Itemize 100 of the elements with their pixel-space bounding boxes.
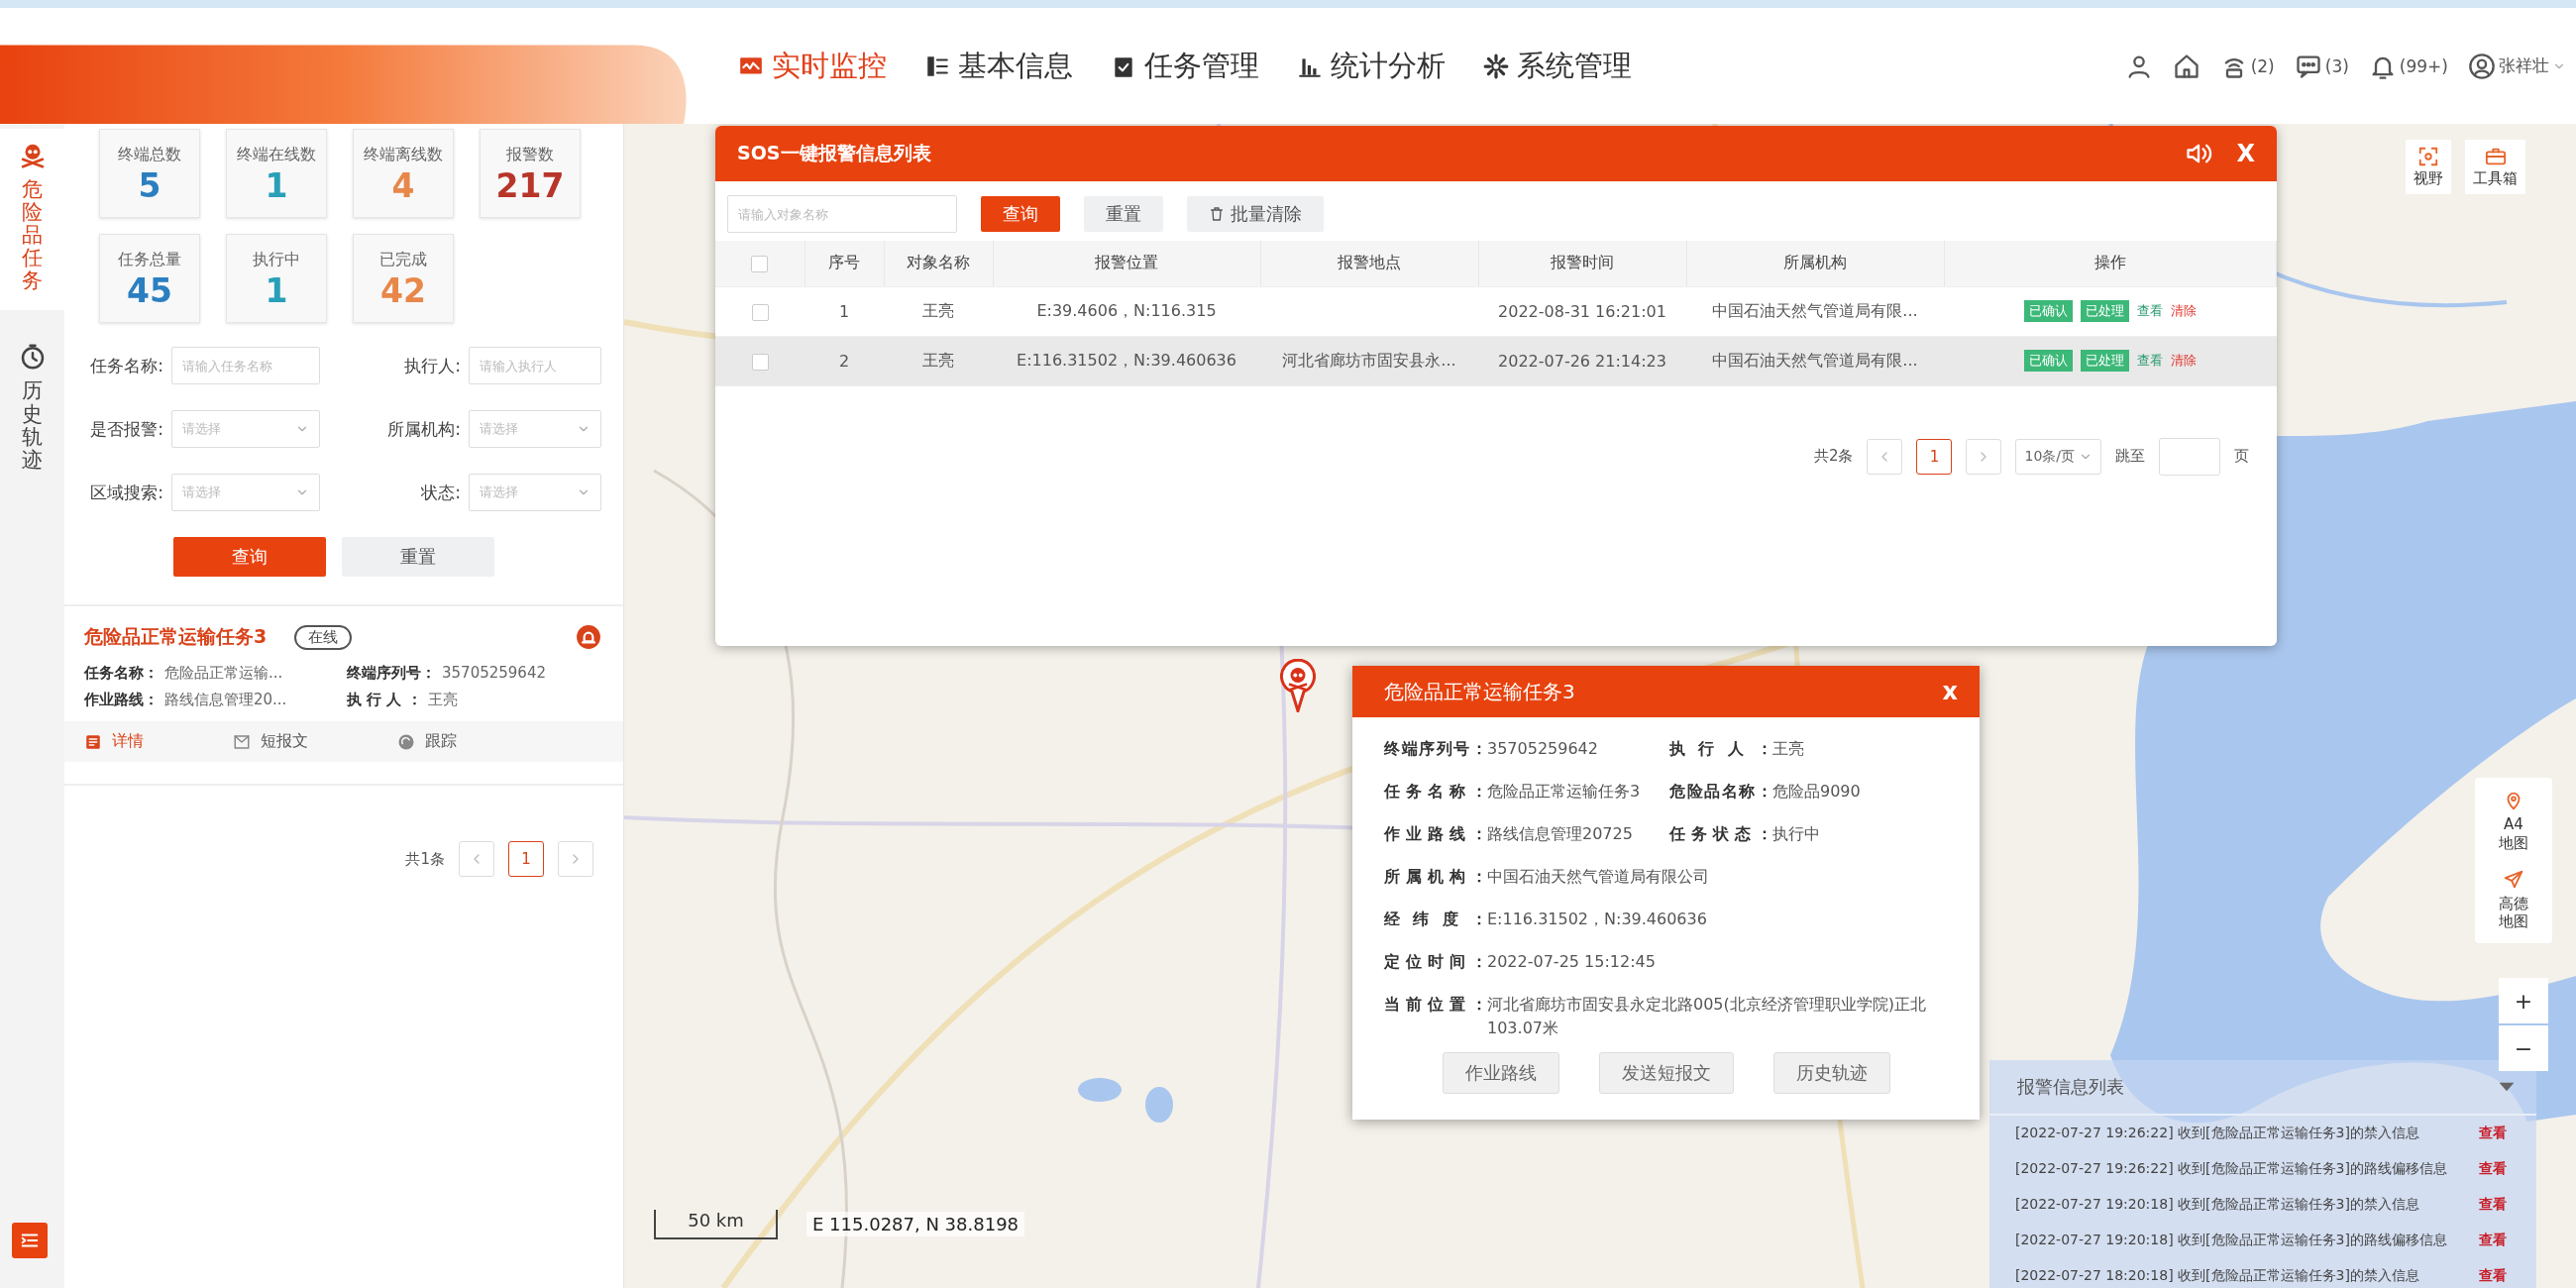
table-cell: E:116.31502，N:39.460636 bbox=[993, 336, 1260, 385]
action-link[interactable]: 短报文 bbox=[233, 731, 308, 752]
reset-button[interactable]: 重置 bbox=[1084, 196, 1163, 232]
clear-link[interactable]: 清除 bbox=[2170, 302, 2197, 320]
field-value: 危险品9090 bbox=[1772, 781, 1861, 803]
table-cell: E:39.4606，N:116.315 bbox=[993, 286, 1260, 336]
nav-tab[interactable]: 系统管理 bbox=[1483, 46, 1632, 86]
popup-button[interactable]: 历史轨迹 bbox=[1772, 1052, 1890, 1094]
field-value: 危险品正常运输任务3 bbox=[1487, 781, 1641, 803]
stat-value: 45 bbox=[127, 274, 172, 307]
stat-label: 任务总量 bbox=[118, 250, 181, 270]
search-button[interactable]: 查询 bbox=[173, 537, 326, 577]
view-link[interactable]: 查看 bbox=[2479, 1160, 2507, 1178]
radar-icon bbox=[397, 732, 415, 751]
message-button[interactable]: (3) bbox=[2294, 52, 2349, 80]
view-link[interactable]: 查看 bbox=[2136, 302, 2163, 320]
field-label: 区域搜索: bbox=[89, 481, 163, 504]
reset-button[interactable]: 重置 bbox=[342, 537, 494, 577]
table-cell: 王亮 bbox=[884, 336, 993, 385]
table-cell: 2022-07-26 21:14:23 bbox=[1478, 336, 1686, 385]
previous-page-button[interactable] bbox=[459, 841, 494, 877]
column-header: 所属机构 bbox=[1686, 241, 1944, 286]
next-page-button[interactable] bbox=[558, 841, 593, 877]
nav-tab[interactable]: 实时监控 bbox=[738, 46, 887, 86]
status-tag[interactable]: 已确认 bbox=[2023, 350, 2073, 372]
previous-page-button[interactable] bbox=[1867, 438, 1903, 475]
page-size-select[interactable]: 10条/页 bbox=[2015, 438, 2101, 475]
input-field[interactable]: 请输入执行人 bbox=[469, 347, 601, 384]
sos-button[interactable]: (2) bbox=[2219, 52, 2275, 80]
column-header: 报警地点 bbox=[1260, 241, 1478, 286]
layer-button[interactable]: 高德地图 bbox=[2497, 868, 2530, 931]
close-button[interactable]: X bbox=[2236, 140, 2255, 167]
field-label: 执 行 人 ： bbox=[347, 691, 422, 709]
view-link[interactable]: 查看 bbox=[2479, 1125, 2507, 1142]
checkbox[interactable] bbox=[751, 256, 769, 273]
user-menu[interactable]: 张祥壮 bbox=[2468, 52, 2566, 80]
layer-button[interactable]: A4地图 bbox=[2497, 790, 2530, 853]
table-cell: 中国石油天然气管道局有限... bbox=[1686, 286, 1944, 336]
column-header: 对象名称 bbox=[884, 241, 993, 286]
scale-bar: 50 km bbox=[654, 1210, 778, 1239]
field-value: 中国石油天然气管道局有限公司 bbox=[1487, 866, 1709, 888]
sidebar-item[interactable]: 历史轨迹 bbox=[0, 330, 64, 489]
field-label: 所属机构： bbox=[1384, 867, 1487, 888]
field-label: 终端序列号： bbox=[347, 664, 436, 683]
home-icon bbox=[2172, 52, 2200, 80]
nav-tab[interactable]: 统计分析 bbox=[1297, 46, 1446, 86]
checkbox[interactable] bbox=[751, 353, 769, 371]
view-button[interactable]: 视野 bbox=[2406, 140, 2451, 194]
field-value: 2022-07-25 15:12:45 bbox=[1487, 951, 1656, 973]
table-cell: 王亮 bbox=[884, 286, 993, 336]
field-label: 执行人: bbox=[403, 354, 461, 377]
batch-clear-button[interactable]: 批量清除 bbox=[1187, 196, 1324, 232]
view-link[interactable]: 查看 bbox=[2136, 352, 2163, 370]
zoom-out-button[interactable]: − bbox=[2499, 1025, 2548, 1071]
view-link[interactable]: 查看 bbox=[2479, 1267, 2507, 1285]
status-tag[interactable]: 已处理 bbox=[2080, 300, 2129, 322]
page-button[interactable]: 1 bbox=[1916, 438, 1953, 475]
field-label: 执 行 人 ： bbox=[1669, 739, 1772, 760]
checkbox[interactable] bbox=[751, 303, 769, 321]
stat-label: 已完成 bbox=[379, 250, 427, 270]
input-field[interactable]: 请输入任务名称 bbox=[171, 347, 320, 384]
status-tag[interactable]: 已确认 bbox=[2023, 300, 2073, 322]
field-value: 35705259642 bbox=[442, 664, 546, 683]
action-link[interactable]: 跟踪 bbox=[397, 731, 457, 752]
nav-tab[interactable]: 基本信息 bbox=[924, 46, 1073, 86]
toolbox-icon bbox=[2484, 146, 2507, 167]
stat-label: 执行中 bbox=[253, 250, 300, 270]
alert-message: [2022-07-27 19:26:22] 收到[危险品正常运输任务3]的禁入信息 bbox=[2015, 1125, 2419, 1142]
stat-label: 报警数 bbox=[506, 145, 554, 165]
status-tag[interactable]: 已处理 bbox=[2080, 350, 2129, 372]
toolbox-button[interactable]: 工具箱 bbox=[2465, 140, 2525, 194]
view-link[interactable]: 查看 bbox=[2479, 1196, 2507, 1214]
page-number-field[interactable] bbox=[2159, 437, 2220, 476]
sidebar-item[interactable]: 危险品任务 bbox=[0, 129, 64, 311]
field-label: 作业路线： bbox=[84, 691, 159, 709]
next-page-button[interactable] bbox=[1966, 438, 2002, 475]
total-count: 共1条 bbox=[405, 849, 445, 869]
popup-button[interactable]: 作业路线 bbox=[1442, 1052, 1559, 1094]
gear-icon bbox=[1483, 53, 1509, 79]
notification-button[interactable]: (99+) bbox=[2368, 52, 2448, 80]
skull-pin-icon[interactable] bbox=[1280, 659, 1316, 712]
zoom-in-button[interactable]: + bbox=[2499, 978, 2548, 1023]
menu-button[interactable] bbox=[12, 1223, 48, 1258]
table-cell: 中国石油天然气管道局有限... bbox=[1686, 336, 1944, 385]
envelope-icon bbox=[233, 732, 251, 751]
home-button[interactable] bbox=[2172, 52, 2200, 80]
column-header: 报警位置 bbox=[993, 241, 1260, 286]
close-button[interactable]: x bbox=[1942, 678, 1958, 705]
search-button[interactable]: 查询 bbox=[981, 196, 1060, 232]
task-title: 危险品正常运输任务3 bbox=[84, 624, 268, 649]
search-field[interactable]: 请输入对象名称 bbox=[727, 195, 957, 233]
field-label: 定位时间： bbox=[1384, 952, 1487, 973]
action-link[interactable]: 详情 bbox=[84, 731, 144, 752]
alert-message: [2022-07-27 19:20:18] 收到[危险品正常运输任务3]的路线偏移信息 bbox=[2015, 1232, 2447, 1249]
nav-tab[interactable]: 任务管理 bbox=[1111, 46, 1259, 86]
trash-icon bbox=[1209, 206, 1225, 222]
view-link[interactable]: 查看 bbox=[2479, 1232, 2507, 1249]
popup-button[interactable]: 发送短报文 bbox=[1598, 1052, 1734, 1094]
clear-link[interactable]: 清除 bbox=[2170, 352, 2197, 370]
page-button[interactable]: 1 bbox=[508, 841, 544, 877]
